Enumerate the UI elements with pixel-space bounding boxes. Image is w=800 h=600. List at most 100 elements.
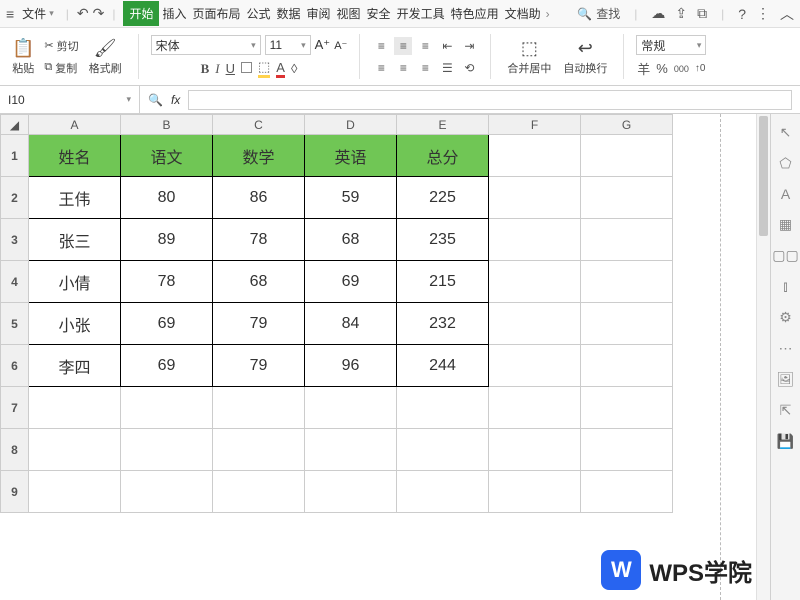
- cell-B9[interactable]: [121, 471, 213, 513]
- col-header-A[interactable]: A: [29, 115, 121, 135]
- menu-hamburger-icon[interactable]: ≡: [6, 6, 14, 22]
- cell-A8[interactable]: [29, 429, 121, 471]
- row-header-1[interactable]: 1: [1, 135, 29, 177]
- format-painter-button[interactable]: 🖌格式刷: [85, 36, 126, 78]
- cell-G2[interactable]: [581, 177, 673, 219]
- merge-center-button[interactable]: ⬚合并居中: [503, 36, 555, 78]
- row-header-7[interactable]: 7: [1, 387, 29, 429]
- cell-A2[interactable]: 王伟: [29, 177, 121, 219]
- cell-B4[interactable]: 78: [121, 261, 213, 303]
- cell-B1[interactable]: 语文: [121, 135, 213, 177]
- col-header-F[interactable]: F: [489, 115, 581, 135]
- col-header-C[interactable]: C: [213, 115, 305, 135]
- cell-G6[interactable]: [581, 345, 673, 387]
- cell-C2[interactable]: 86: [213, 177, 305, 219]
- bold-button[interactable]: B: [201, 61, 210, 77]
- tab-special[interactable]: 特色应用: [448, 1, 502, 26]
- tab-scroll-right-icon[interactable]: ›: [544, 7, 552, 21]
- number-format-select[interactable]: 常规▾: [636, 35, 706, 55]
- cell-C7[interactable]: [213, 387, 305, 429]
- tab-insert[interactable]: 插入: [159, 1, 189, 26]
- cell-D7[interactable]: [305, 387, 397, 429]
- cell-C6[interactable]: 79: [213, 345, 305, 387]
- align-right-icon[interactable]: ≡: [416, 59, 434, 77]
- col-header-E[interactable]: E: [397, 115, 489, 135]
- formula-bar[interactable]: [188, 90, 792, 110]
- cell-D4[interactable]: 69: [305, 261, 397, 303]
- percent-button[interactable]: %: [656, 61, 668, 76]
- row-header-2[interactable]: 2: [1, 177, 29, 219]
- decimal-button[interactable]: ↑0: [695, 63, 706, 74]
- align-top-icon[interactable]: ≡: [372, 37, 390, 55]
- cell-E2[interactable]: 225: [397, 177, 489, 219]
- col-header-G[interactable]: G: [581, 115, 673, 135]
- cell-G8[interactable]: [581, 429, 673, 471]
- cell-E6[interactable]: 244: [397, 345, 489, 387]
- help-icon[interactable]: ?: [738, 6, 746, 22]
- cell-F6[interactable]: [489, 345, 581, 387]
- cursor-icon[interactable]: ↖: [780, 124, 792, 141]
- cloud-icon[interactable]: ☁: [651, 5, 665, 22]
- cell-E7[interactable]: [397, 387, 489, 429]
- cell-C5[interactable]: 79: [213, 303, 305, 345]
- cell-A6[interactable]: 李四: [29, 345, 121, 387]
- cell-E4[interactable]: 215: [397, 261, 489, 303]
- underline-button[interactable]: U: [226, 61, 235, 76]
- cell-F4[interactable]: [489, 261, 581, 303]
- row-header-4[interactable]: 4: [1, 261, 29, 303]
- italic-button[interactable]: I: [215, 61, 219, 77]
- vertical-scrollbar[interactable]: [756, 114, 770, 600]
- cell-D3[interactable]: 68: [305, 219, 397, 261]
- comma-button[interactable]: 000: [674, 64, 689, 74]
- cell-A5[interactable]: 小张: [29, 303, 121, 345]
- cell-B2[interactable]: 80: [121, 177, 213, 219]
- row-header-8[interactable]: 8: [1, 429, 29, 471]
- cell-B3[interactable]: 89: [121, 219, 213, 261]
- undo-icon[interactable]: ↶: [77, 5, 89, 22]
- align-left-icon[interactable]: ≡: [372, 59, 390, 77]
- decrease-font-icon[interactable]: A⁻: [334, 39, 347, 52]
- redo-icon[interactable]: ↷: [93, 5, 105, 22]
- cell-D1[interactable]: 英语: [305, 135, 397, 177]
- apps-icon[interactable]: ▢▢: [772, 247, 798, 264]
- cell-G5[interactable]: [581, 303, 673, 345]
- cell-E8[interactable]: [397, 429, 489, 471]
- cell-D6[interactable]: 96: [305, 345, 397, 387]
- col-header-B[interactable]: B: [121, 115, 213, 135]
- collapse-ribbon-icon[interactable]: ︿: [780, 4, 794, 24]
- currency-button[interactable]: 羊: [637, 59, 650, 78]
- cell-F1[interactable]: [489, 135, 581, 177]
- tab-data[interactable]: 数据: [274, 1, 304, 26]
- cell-A1[interactable]: 姓名: [29, 135, 121, 177]
- file-menu[interactable]: 文件 ▾: [18, 3, 58, 24]
- save-icon[interactable]: 💾: [777, 433, 794, 450]
- tab-view[interactable]: 视图: [334, 1, 364, 26]
- cell-E3[interactable]: 235: [397, 219, 489, 261]
- tab-page-layout[interactable]: 页面布局: [189, 1, 243, 26]
- cell-F2[interactable]: [489, 177, 581, 219]
- shape-icon[interactable]: ⬠: [779, 155, 791, 172]
- align-bottom-icon[interactable]: ≡: [416, 37, 434, 55]
- cell-E5[interactable]: 232: [397, 303, 489, 345]
- row-header-5[interactable]: 5: [1, 303, 29, 345]
- cell-C9[interactable]: [213, 471, 305, 513]
- chart-icon[interactable]: ⫾: [783, 278, 787, 295]
- indent-increase-icon[interactable]: ⇥: [460, 37, 478, 55]
- settings-icon[interactable]: ⚙: [779, 309, 792, 326]
- tab-devtools[interactable]: 开发工具: [394, 1, 448, 26]
- cell-B5[interactable]: 69: [121, 303, 213, 345]
- tab-review[interactable]: 审阅: [304, 1, 334, 26]
- name-box[interactable]: I10 ▾: [0, 86, 140, 113]
- tab-security[interactable]: 安全: [364, 1, 394, 26]
- ellipsis-icon[interactable]: ⋯: [779, 340, 793, 357]
- tab-start[interactable]: 开始: [123, 1, 159, 26]
- cell-A9[interactable]: [29, 471, 121, 513]
- indent-decrease-icon[interactable]: ⇤: [438, 37, 456, 55]
- cell-C4[interactable]: 68: [213, 261, 305, 303]
- tab-doc-assist[interactable]: 文档助: [502, 1, 544, 26]
- cell-C3[interactable]: 78: [213, 219, 305, 261]
- cell-A3[interactable]: 张三: [29, 219, 121, 261]
- search-button[interactable]: 🔍 查找: [577, 5, 620, 22]
- cell-G1[interactable]: [581, 135, 673, 177]
- cell-E1[interactable]: 总分: [397, 135, 489, 177]
